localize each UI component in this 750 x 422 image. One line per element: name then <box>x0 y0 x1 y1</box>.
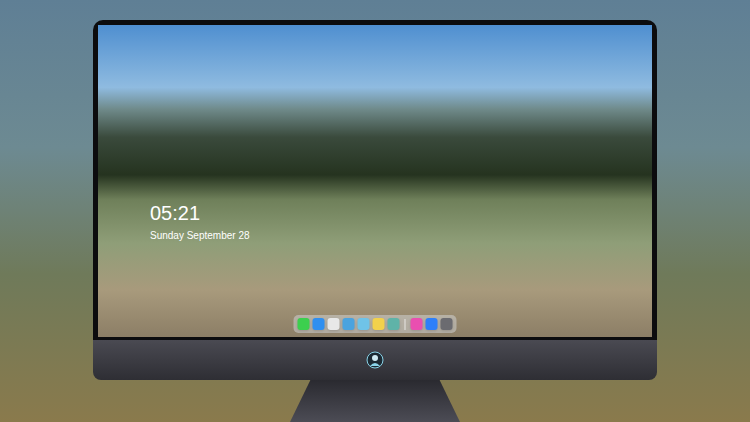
clock-date: Sunday September 28 <box>150 229 250 243</box>
dock-app-icon[interactable] <box>441 318 453 330</box>
screen: 05:21 Sunday September 28 <box>98 25 652 337</box>
dock-app-icon[interactable] <box>426 318 438 330</box>
dock-app-icon[interactable] <box>358 318 370 330</box>
monitor-bezel: 05:21 Sunday September 28 <box>93 20 657 340</box>
dock-app-icon[interactable] <box>298 318 310 330</box>
brand-logo-icon <box>366 351 384 369</box>
dock-app-icon[interactable] <box>343 318 355 330</box>
dock-app-icon[interactable] <box>411 318 423 330</box>
dock-separator <box>405 319 406 330</box>
dock <box>294 315 457 333</box>
dock-app-icon[interactable] <box>373 318 385 330</box>
dock-app-icon[interactable] <box>388 318 400 330</box>
page: 05:21 Sunday September 28 <box>0 0 750 422</box>
lock-clock: 05:21 Sunday September 28 <box>150 201 250 243</box>
monitor-chin <box>93 340 657 380</box>
clock-time: 05:21 <box>150 201 250 225</box>
monitor: 05:21 Sunday September 28 <box>93 20 657 422</box>
dock-app-icon[interactable] <box>313 318 325 330</box>
dock-app-icon[interactable] <box>328 318 340 330</box>
monitor-stand <box>290 380 460 422</box>
